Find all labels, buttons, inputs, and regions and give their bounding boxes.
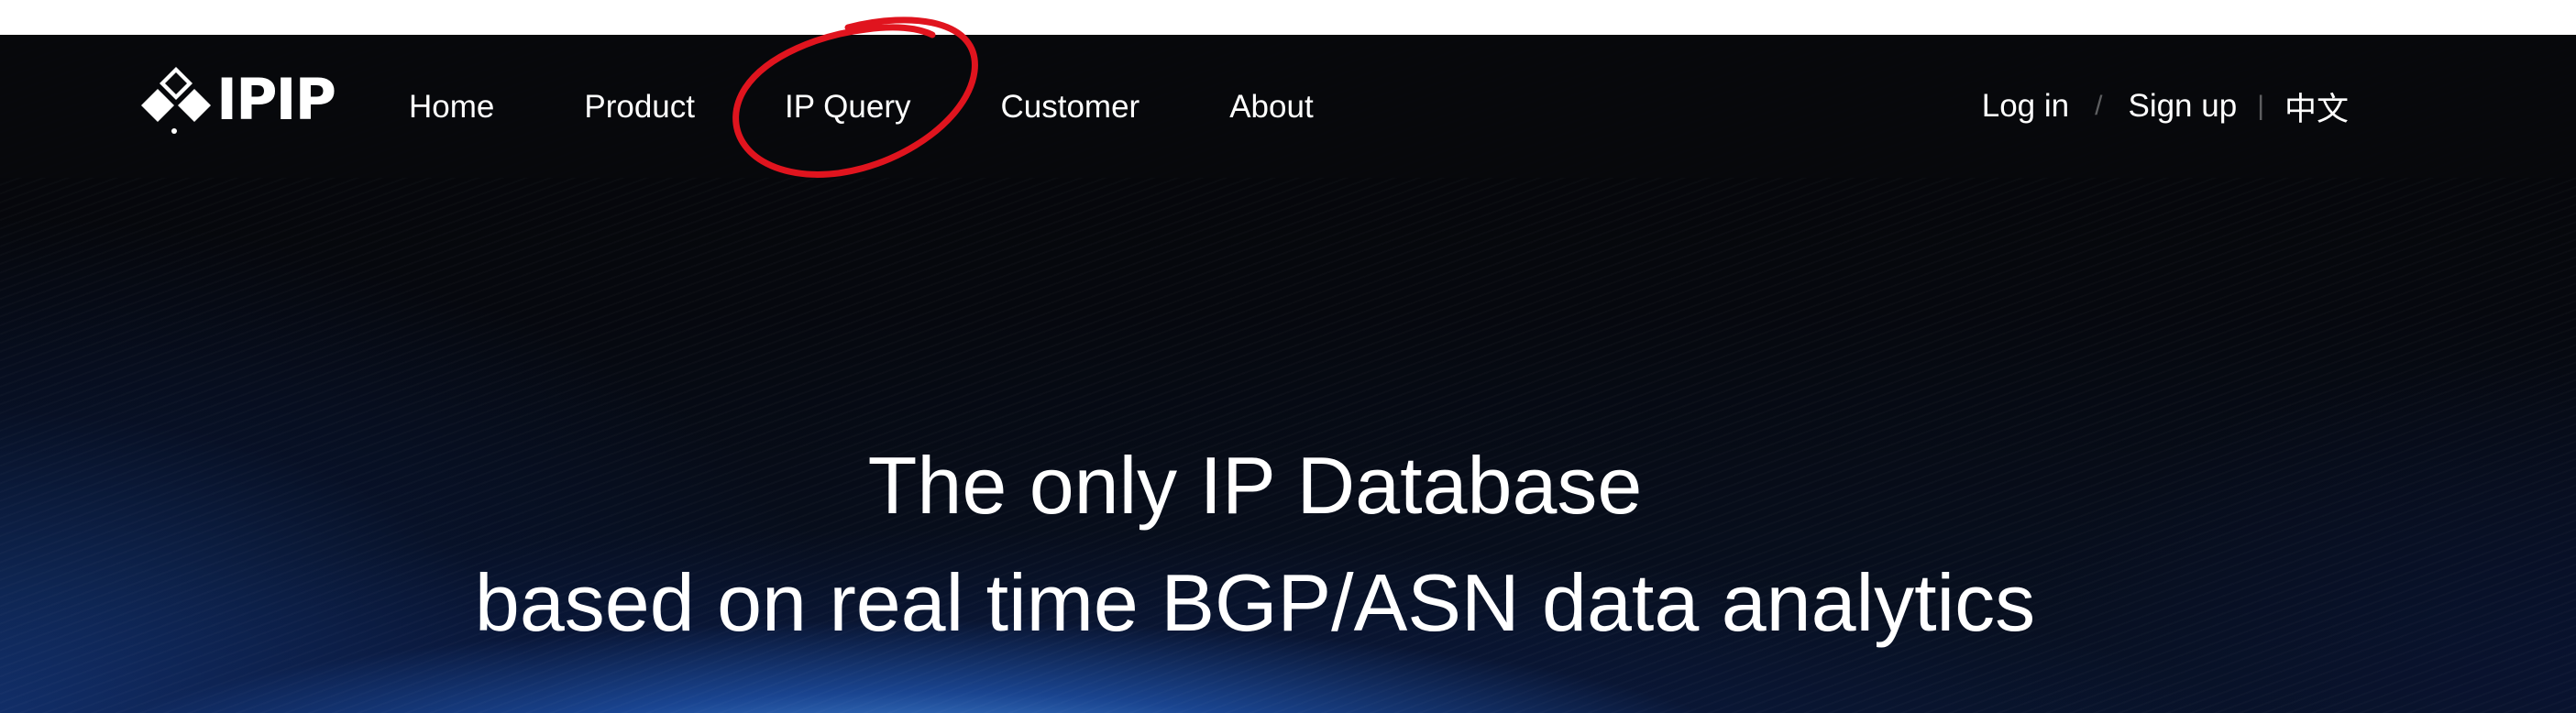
nav-product[interactable]: Product (584, 91, 695, 123)
nav-home[interactable]: Home (409, 91, 494, 123)
page: IPIP Home Product IP Query Customer Abou… (0, 0, 2576, 713)
ipip-diamond-logo-icon (141, 67, 211, 134)
slash-separator: / (2095, 91, 2103, 121)
login-link[interactable]: Log in (1982, 88, 2069, 125)
browser-top-strip (0, 0, 2576, 35)
logo[interactable]: IPIP (138, 59, 336, 141)
main-nav: Home Product IP Query Customer About (409, 35, 1404, 178)
navbar: IPIP Home Product IP Query Customer Abou… (0, 35, 2576, 178)
bar-separator: | (2257, 91, 2264, 121)
hero-headline-line2: based on real time BGP/ASN data analytic… (474, 557, 2036, 648)
signup-link[interactable]: Sign up (2128, 88, 2237, 125)
nav-ip-query[interactable]: IP Query (785, 91, 910, 123)
nav-customer[interactable]: Customer (1000, 91, 1139, 123)
hero-headline-line1: The only IP Database (867, 440, 1643, 531)
logo-text: IPIP (216, 66, 336, 133)
account-links: Log in / Sign up | 中文 (1982, 35, 2349, 178)
hero-section: IPIP Home Product IP Query Customer Abou… (0, 35, 2576, 713)
language-switch[interactable]: 中文 (2284, 83, 2349, 130)
nav-about[interactable]: About (1229, 91, 1313, 123)
